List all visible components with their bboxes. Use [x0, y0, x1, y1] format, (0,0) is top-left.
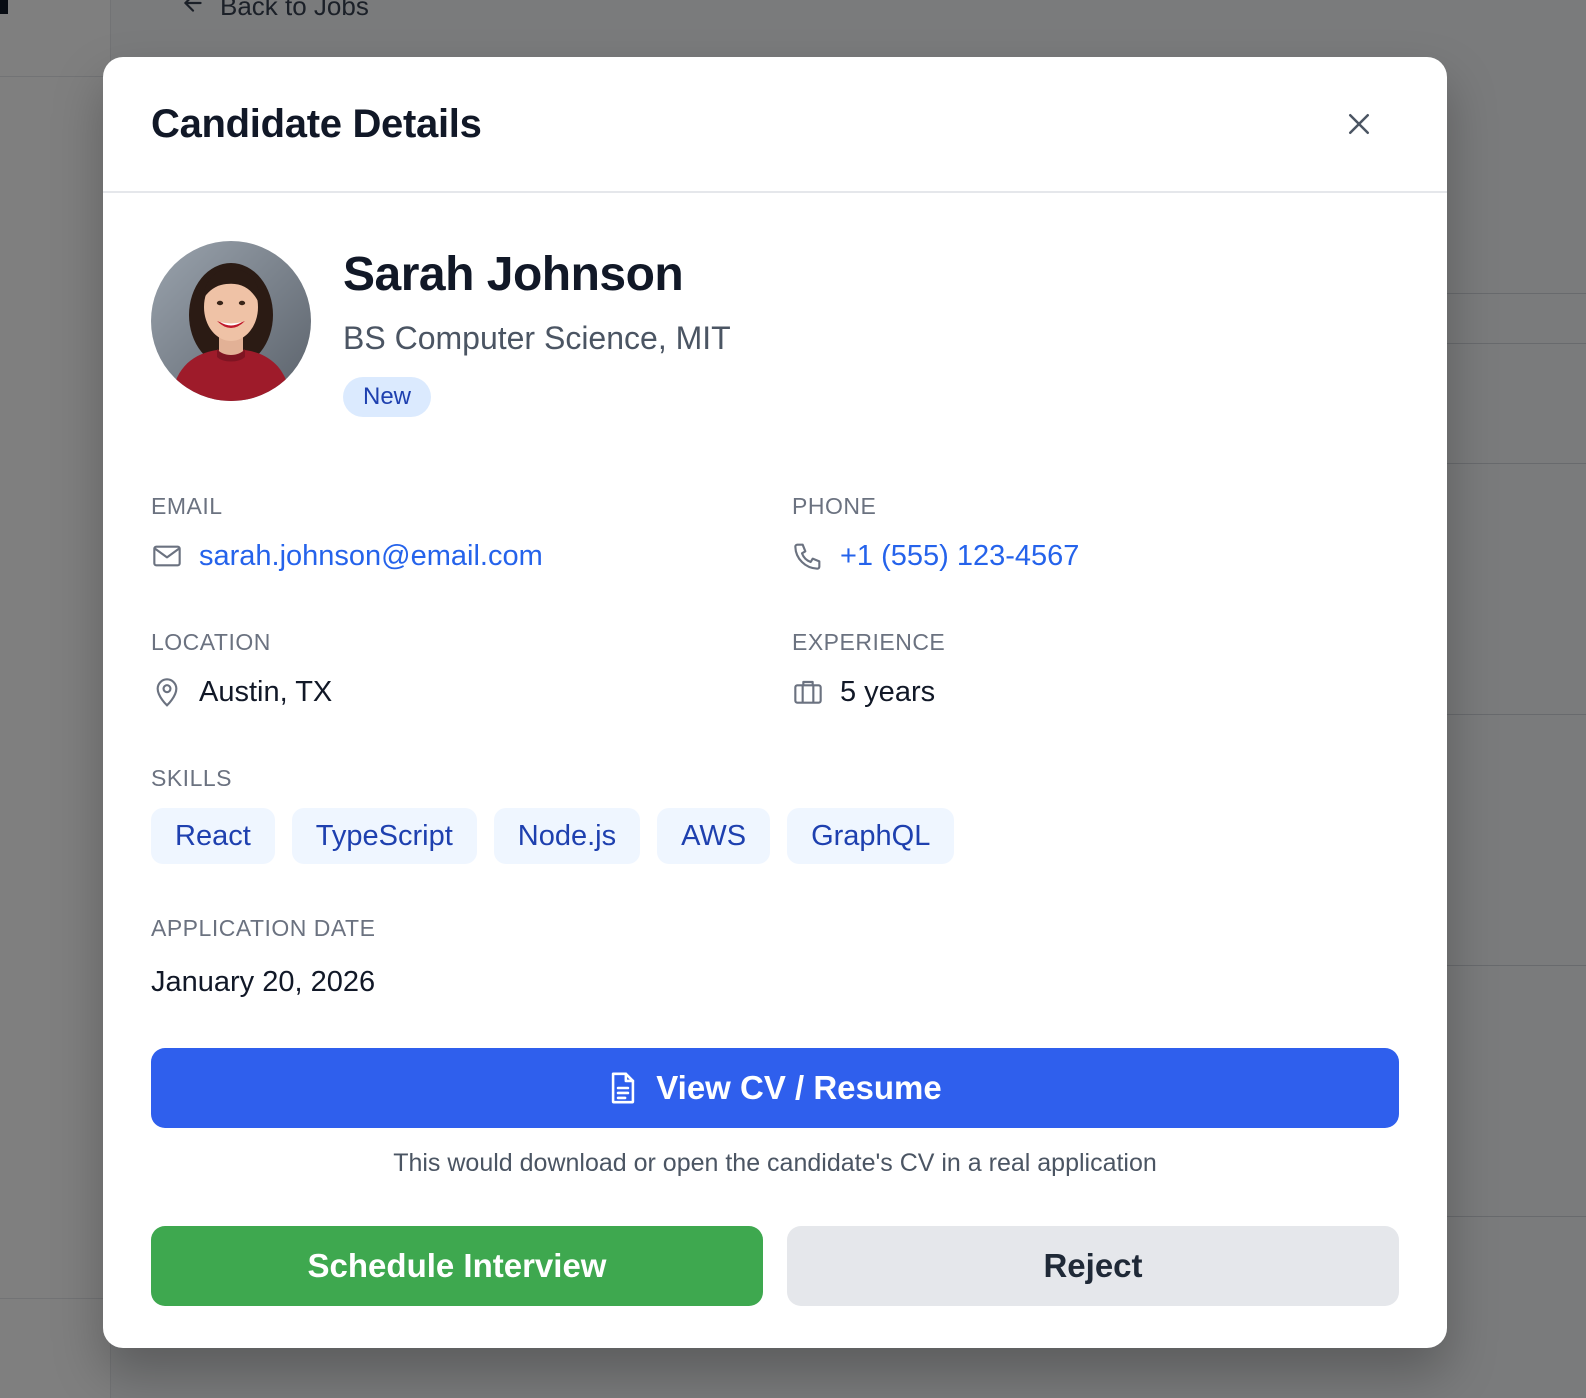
skills-label: SKILLS: [151, 765, 232, 791]
candidate-photo: [151, 241, 311, 401]
email-label: EMAIL: [151, 493, 223, 519]
location-label: LOCATION: [151, 629, 271, 655]
location-row: Austin, TX: [151, 674, 792, 710]
phone-field: PHONE +1 (555) 123-4567: [792, 492, 1399, 574]
status-badge: New: [343, 377, 432, 417]
close-icon: [1349, 114, 1369, 134]
briefcase-icon: [792, 676, 824, 708]
skill-chip: GraphQL: [787, 808, 955, 864]
modal-title: Candidate Details: [151, 101, 482, 146]
view-cv-button[interactable]: View CV / Resume: [151, 1048, 1399, 1128]
experience-row: 5 years: [792, 674, 1399, 710]
application-date-label: APPLICATION DATE: [151, 915, 376, 941]
phone-row: +1 (555) 123-4567: [792, 538, 1399, 574]
modal-body: Sarah Johnson BS Computer Science, MIT N…: [103, 193, 1447, 1306]
cv-note: This would download or open the candidat…: [393, 1149, 1157, 1177]
experience-value: 5 years: [840, 676, 936, 708]
skill-chip: TypeScript: [291, 808, 477, 864]
phone-icon: [792, 540, 824, 572]
avatar: [151, 241, 311, 401]
modal-header: Candidate Details: [103, 57, 1447, 193]
email-field: EMAIL sarah.johnson@email.com: [151, 492, 792, 574]
candidate-info: Sarah Johnson BS Computer Science, MIT N…: [343, 241, 731, 417]
application-date-value: January 20, 2026: [151, 966, 376, 998]
map-pin-icon: [151, 676, 183, 708]
view-cv-label: View CV / Resume: [656, 1069, 942, 1106]
email-link[interactable]: sarah.johnson@email.com: [199, 538, 543, 574]
phone-link[interactable]: +1 (555) 123-4567: [840, 538, 1079, 574]
close-button[interactable]: [1339, 104, 1379, 144]
schedule-interview-button[interactable]: Schedule Interview: [151, 1226, 763, 1306]
document-icon: [608, 1071, 638, 1105]
experience-label: EXPERIENCE: [792, 629, 946, 655]
skill-chip: React: [151, 808, 275, 864]
reject-button[interactable]: Reject: [787, 1226, 1399, 1306]
candidate-education: BS Computer Science, MIT: [343, 320, 731, 356]
application-date-section: APPLICATION DATE January 20, 2026: [151, 914, 1399, 1000]
mail-icon: [151, 540, 183, 572]
candidate-info-grid: EMAIL sarah.johnson@email.com PHONE +1 (…: [151, 492, 1399, 710]
email-row: sarah.johnson@email.com: [151, 538, 792, 574]
skills-section: SKILLS React TypeScript Node.js AWS Grap…: [151, 764, 1399, 864]
phone-label: PHONE: [792, 493, 877, 519]
skills-list: React TypeScript Node.js AWS GraphQL: [151, 808, 1399, 864]
location-field: LOCATION Austin, TX: [151, 628, 792, 710]
location-value: Austin, TX: [199, 676, 333, 708]
experience-field: EXPERIENCE 5 years: [792, 628, 1399, 710]
candidate-name: Sarah Johnson: [343, 248, 684, 301]
action-buttons: Schedule Interview Reject: [151, 1226, 1399, 1306]
skill-chip: Node.js: [493, 808, 641, 864]
candidate-profile: Sarah Johnson BS Computer Science, MIT N…: [151, 241, 1399, 417]
skill-chip: AWS: [657, 808, 771, 864]
candidate-details-modal: Candidate Details Sarah Johnson BS Compu…: [103, 57, 1447, 1348]
